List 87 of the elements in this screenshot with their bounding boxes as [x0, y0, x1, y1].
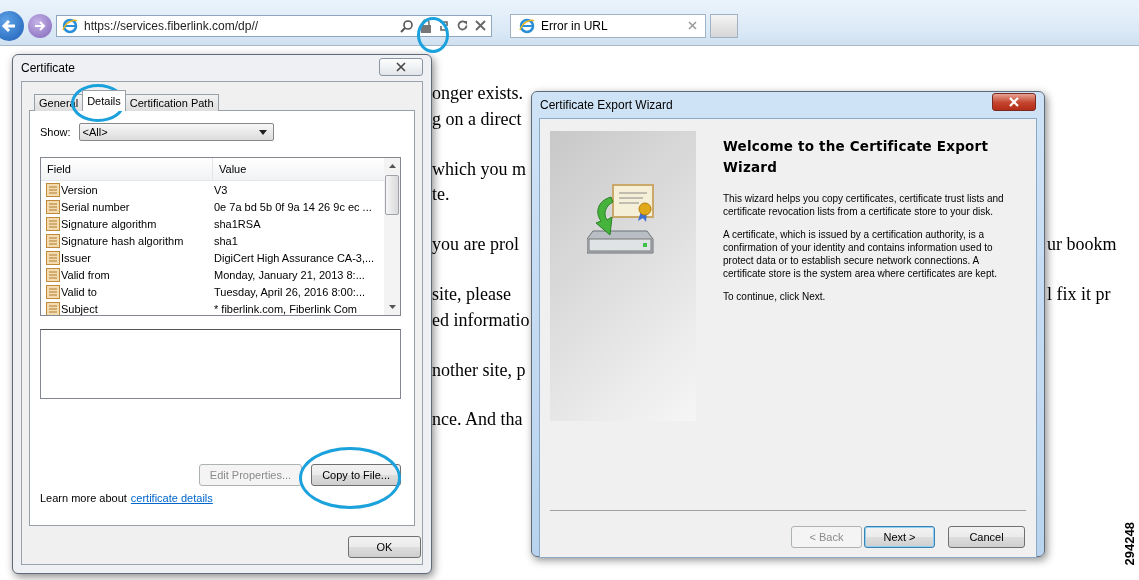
field-name: Signature algorithm: [61, 217, 158, 230]
wizard-button[interactable]: Next >: [864, 526, 935, 548]
field-name: Valid to: [61, 285, 98, 298]
wizard-paragraph: This wizard helps you copy certificates, certificate trust lists and certificate revocation lists from a certificate store to your disk.: [723, 192, 1005, 218]
field-value: * fiberlink.com, Fiberlink Com: [214, 302, 358, 315]
browser-logo-icon: [62, 17, 78, 34]
wizard-button[interactable]: Cancel: [948, 526, 1025, 548]
document-icon: [46, 182, 60, 197]
page-text: nce. And tha: [432, 409, 523, 432]
field-name: Signature hash algorithm: [61, 234, 185, 247]
document-icon: [46, 250, 60, 265]
field-name: Valid from: [61, 268, 111, 281]
show-dropdown[interactable]: <All>: [78, 123, 274, 141]
document-icon: [46, 233, 60, 248]
dialog-button[interactable]: Copy to File...: [311, 464, 401, 486]
scrollbar-thumb[interactable]: [385, 175, 399, 215]
page-text: ed informatio: [432, 309, 530, 332]
browser-tab[interactable]: Error in URL: [510, 13, 706, 38]
field-name: Serial number: [61, 200, 131, 213]
forward-button[interactable]: [28, 13, 52, 38]
lock-icon[interactable]: [420, 18, 432, 33]
document-icon: [46, 284, 60, 299]
column-header[interactable]: Field: [41, 158, 213, 180]
close-button[interactable]: [379, 58, 423, 76]
field-value: sha1RSA: [214, 217, 261, 230]
show-label: Show:: [40, 126, 71, 138]
url-text: https://services.fiberlink.com/dp//: [84, 18, 260, 33]
page-text: te.: [432, 184, 450, 207]
window-title: Certificate Export Wizard: [540, 98, 673, 112]
page-text: g on a direct: [432, 108, 522, 131]
wizard-paragraph: A certificate, which is issued by a certification authority, is a confirmation of your identity and contains information used to protect data or to establish secure network connections. A certificate store is the system area where certificates are kept.: [723, 228, 998, 280]
field-value: 0e 7a bd 5b 0f 9a 14 26 9c ec ...: [214, 200, 372, 213]
page-text: onger exists.: [432, 83, 523, 105]
forward-arrow-icon: [33, 18, 47, 33]
tab[interactable]: Certification Path: [124, 94, 219, 111]
page-text: site, please: [432, 284, 511, 306]
wizard-paragraph: To continue, click Next.: [723, 290, 827, 303]
list-row[interactable]: Valid to Tuesday, April 26, 2016 8:00:...: [41, 283, 384, 300]
document-icon: [46, 267, 60, 282]
close-button[interactable]: [992, 93, 1036, 111]
stop-icon[interactable]: [475, 20, 486, 31]
list-row[interactable]: Serial number 0e 7a bd 5b 0f 9a 14 26 9c ec ...: [41, 198, 384, 215]
field-value: Tuesday, April 26, 2016 8:00:...: [214, 285, 366, 298]
document-icon: [46, 199, 60, 214]
column-header[interactable]: Value: [213, 163, 247, 175]
page-text: l fix it pr: [1047, 284, 1111, 306]
tab-title: Error in URL: [541, 18, 609, 33]
scrollbar[interactable]: [384, 158, 400, 315]
field-value: V3: [214, 183, 228, 196]
figure-number: 294248: [1122, 522, 1137, 566]
list-row[interactable]: Signature hash algorithm sha1: [41, 232, 384, 249]
scroll-up-icon[interactable]: [388, 164, 396, 168]
document-icon: [46, 301, 60, 315]
window-title: Certificate: [21, 61, 76, 75]
learn-more-text: Learn more about: [40, 492, 127, 504]
field-value: DigiCert High Assurance CA-3,...: [214, 251, 375, 264]
address-bar[interactable]: https://services.fiberlink.com/dp//: [56, 14, 492, 37]
close-icon: [395, 62, 407, 72]
field-name: Version: [61, 183, 99, 196]
list-row[interactable]: Subject * fiberlink.com, Fiberlink Com: [41, 300, 384, 315]
browser-logo-icon: [519, 17, 535, 34]
ok-button[interactable]: OK: [348, 536, 421, 558]
list-row[interactable]: Issuer DigiCert High Assurance CA-3,...: [41, 249, 384, 266]
certificate-details-link[interactable]: certificate details: [130, 492, 213, 504]
wizard-heading: Welcome to the Certificate Export Wizard: [723, 137, 990, 177]
field-name: Issuer: [61, 251, 92, 264]
search-icon[interactable]: [400, 18, 414, 33]
page-text: nother site, p: [432, 359, 526, 382]
close-icon[interactable]: [688, 21, 697, 30]
list-row[interactable]: Version V3: [41, 181, 384, 198]
page-text: you are prol: [432, 234, 519, 257]
page-text: which you m: [432, 158, 526, 181]
back-button[interactable]: [0, 10, 24, 41]
field-value: sha1: [214, 234, 238, 247]
document-icon: [46, 216, 60, 231]
compatibility-icon[interactable]: [438, 18, 450, 33]
list-row[interactable]: Signature algorithm sha1RSA: [41, 215, 384, 232]
scroll-down-icon[interactable]: [388, 305, 396, 309]
field-value: Monday, January 21, 2013 8:...: [214, 268, 365, 281]
field-name: Subject: [61, 302, 99, 315]
tab[interactable]: Details: [82, 90, 126, 111]
caret-icon: [258, 129, 267, 135]
value-detail-box[interactable]: [40, 329, 401, 399]
list-row[interactable]: Valid from Monday, January 21, 2013 8:...: [41, 266, 384, 283]
page-text: ur bookm: [1047, 234, 1117, 257]
close-icon: [1008, 97, 1020, 107]
refresh-icon[interactable]: [456, 19, 469, 32]
